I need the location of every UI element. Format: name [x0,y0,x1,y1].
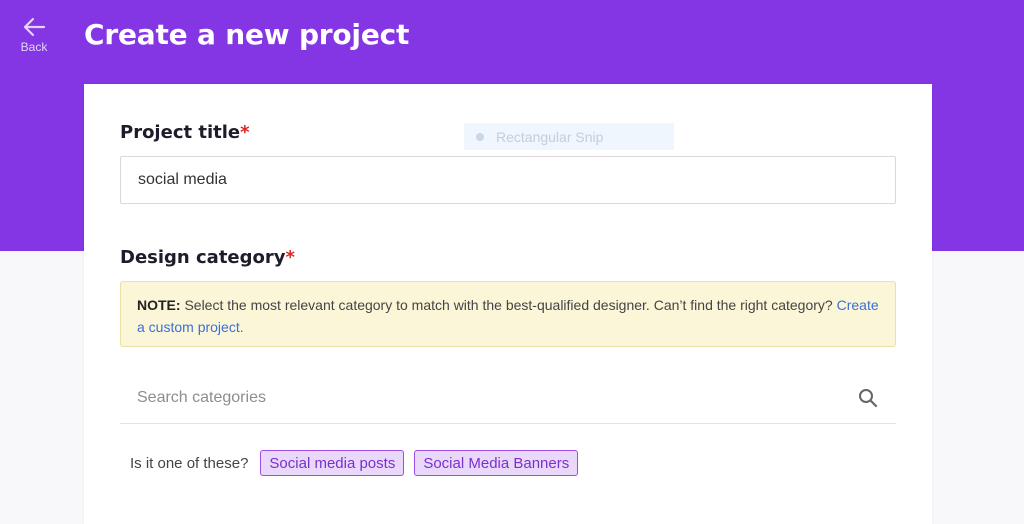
required-asterisk: * [240,122,250,143]
project-title-input[interactable] [120,156,896,204]
snip-label: Rectangular Snip [496,128,604,145]
project-form-card: Rectangular Snip Project title* Design c… [84,84,932,524]
back-label: Back [20,40,48,54]
suggestion-chip[interactable]: Social Media Banners [414,450,579,476]
rectangular-snip-overlay: Rectangular Snip [464,123,674,150]
back-button[interactable]: Back [14,16,54,56]
category-suggestions: Is it one of these? Social media posts S… [130,448,579,478]
search-categories-input[interactable] [120,374,840,422]
design-category-label-text: Design category [120,247,286,268]
arrow-left-icon [23,17,46,37]
suggestions-prompt: Is it one of these? [130,454,249,472]
snip-dot-icon [476,132,484,141]
design-category-label: Design category* [120,247,295,268]
project-title-label: Project title* [120,122,250,143]
category-note: NOTE: Select the most relevant category … [120,281,896,347]
required-asterisk: * [285,247,295,268]
note-text: Select the most relevant category to mat… [180,297,837,313]
page-title: Create a new project [84,18,410,51]
project-title-label-text: Project title [120,122,241,143]
suggestion-chip[interactable]: Social media posts [260,450,405,476]
category-search [120,374,896,424]
note-prefix: NOTE: [137,297,181,313]
search-icon[interactable] [858,388,878,408]
